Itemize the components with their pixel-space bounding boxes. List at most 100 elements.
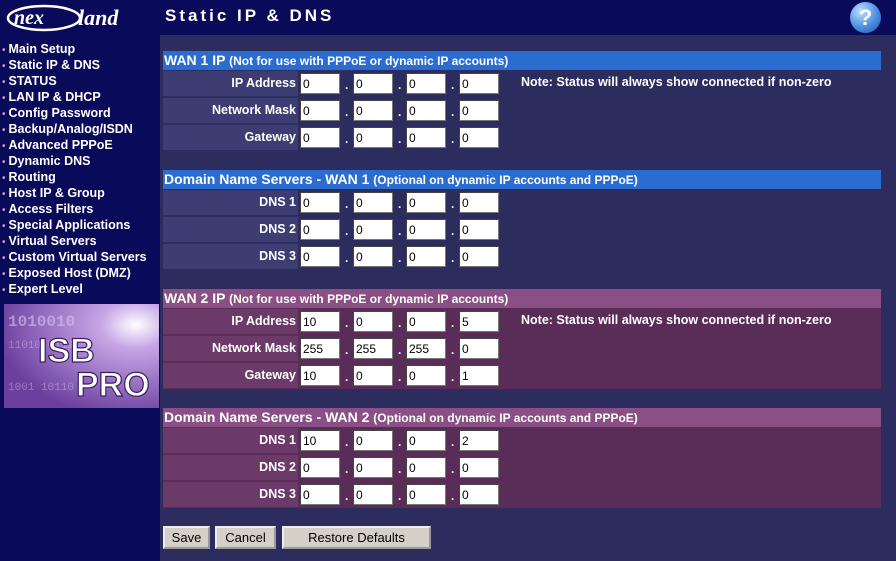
nav-item-label: Config Password (8, 106, 111, 120)
wan2-ip-ip-address-row: IP Address... Note: Status will always sh… (163, 308, 881, 335)
wan1-ip-ip-address-octet-1-input[interactable] (300, 73, 340, 94)
save-button[interactable]: Save (163, 526, 210, 549)
nav-item-label: Custom Virtual Servers (8, 250, 147, 264)
wan1-dns-body: DNS 1...DNS 2...DNS 3... (163, 189, 881, 270)
nav-item-expert-level[interactable]: • Expert Level (0, 281, 160, 297)
wan2-ip-network-mask-octet-1-input[interactable] (300, 338, 340, 359)
wan2-ip-ip-address-octet-1-input[interactable] (300, 311, 340, 332)
octet-separator: . (451, 316, 455, 330)
wan1-dns-dns-3-octet-1-input[interactable] (300, 246, 340, 267)
nav-item-host-ip-group[interactable]: • Host IP & Group (0, 185, 160, 201)
page-title: Static IP & DNS (165, 6, 335, 25)
wan2-ip-gateway-octet-1-input[interactable] (300, 365, 340, 386)
wan1-ip-gateway-octet-3-input[interactable] (406, 127, 446, 148)
nav-item-routing[interactable]: • Routing (0, 169, 160, 185)
nav-item-label: Advanced PPPoE (8, 138, 113, 152)
wan1-ip-gateway-octet-1-input[interactable] (300, 127, 340, 148)
nav-item-custom-virtual-servers[interactable]: • Custom Virtual Servers (0, 249, 160, 265)
nexland-logo: nex land (4, 3, 152, 33)
wan1-ip-ip-address-label: IP Address (163, 71, 298, 96)
wan2-dns-dns-3-octet-1-input[interactable] (300, 484, 340, 505)
wan2-ip-gateway-octet-3-input[interactable] (406, 365, 446, 386)
wan1-dns-dns-2-octet-4-input[interactable] (459, 219, 499, 240)
wan2-dns-dns-3-octet-3-input[interactable] (406, 484, 446, 505)
wan1-dns-dns-2-octet-1-input[interactable] (300, 219, 340, 240)
wan2-ip-network-mask-octet-3-input[interactable] (406, 338, 446, 359)
nav-item-label: STATUS (8, 74, 57, 88)
wan1-dns-dns-1-octet-3-input[interactable] (406, 192, 446, 213)
nav-item-virtual-servers[interactable]: • Virtual Servers (0, 233, 160, 249)
wan2-dns-dns-1-row: DNS 1... (163, 427, 881, 454)
wan1-dns-dns-2-octet-2-input[interactable] (353, 219, 393, 240)
nav-item-config-password[interactable]: • Config Password (0, 105, 160, 121)
wan1-dns-dns-1-octet-1-input[interactable] (300, 192, 340, 213)
wan2-dns-dns-2-octet-1-input[interactable] (300, 457, 340, 478)
wan2-ip-gateway-octet-2-input[interactable] (353, 365, 393, 386)
octet-separator: . (345, 316, 349, 330)
wan1-dns-dns-1-octet-4-input[interactable] (459, 192, 499, 213)
wan2-dns-dns-1-octet-4-input[interactable] (459, 430, 499, 451)
octet-separator: . (398, 435, 402, 449)
isb-pro-badge: 1010010 11010 0111 1001 10110 ISB PRO (4, 304, 159, 408)
nav-item-advanced-pppoe[interactable]: • Advanced PPPoE (0, 137, 160, 153)
wan2-dns-dns-3-octet-2-input[interactable] (353, 484, 393, 505)
wan2-dns-section: Domain Name Servers - WAN 2 (Optional on… (163, 408, 881, 508)
octet-separator: . (345, 370, 349, 384)
wan1-dns-dns-1-octet-2-input[interactable] (353, 192, 393, 213)
nav-item-label: Exposed Host (DMZ) (8, 266, 131, 280)
wan2-dns-dns-2-octet-2-input[interactable] (353, 457, 393, 478)
wan1-dns-dns-3-octet-4-input[interactable] (459, 246, 499, 267)
cancel-button[interactable]: Cancel (215, 526, 276, 549)
nav-item-static-ip-dns[interactable]: • Static IP & DNS (0, 57, 160, 73)
wan2-ip-gateway-octet-4-input[interactable] (459, 365, 499, 386)
wan1-ip-gateway-label: Gateway (163, 125, 298, 150)
nav-item-backup-analog-isdn[interactable]: • Backup/Analog/ISDN (0, 121, 160, 137)
wan1-ip-ip-address-octet-4-input[interactable] (459, 73, 499, 94)
nav-item-main-setup[interactable]: • Main Setup (0, 41, 160, 57)
wan1-dns-dns-2-octet-3-input[interactable] (406, 219, 446, 240)
wan2-ip-subtitle: (Not for use with PPPoE or dynamic IP ac… (229, 292, 509, 306)
wan1-ip-network-mask-octet-3-input[interactable] (406, 100, 446, 121)
wan2-dns-dns-1-octet-3-input[interactable] (406, 430, 446, 451)
restore-defaults-button[interactable]: Restore Defaults (282, 526, 431, 549)
wan2-ip-ip-address-octet-2-input[interactable] (353, 311, 393, 332)
wan2-ip-ip-address-octet-3-input[interactable] (406, 311, 446, 332)
wan1-ip-network-mask-octet-1-input[interactable] (300, 100, 340, 121)
octet-separator: . (345, 435, 349, 449)
wan1-ip-gateway-octet-4-input[interactable] (459, 127, 499, 148)
wan2-dns-body: DNS 1...DNS 2...DNS 3... (163, 427, 881, 508)
wan1-dns-dns-2-label: DNS 2 (163, 217, 298, 242)
wan1-ip-gateway-row: Gateway... (163, 124, 881, 151)
nav-item-label: Host IP & Group (8, 186, 105, 200)
nav-item-special-applications[interactable]: • Special Applications (0, 217, 160, 233)
octet-separator: . (451, 132, 455, 146)
wan2-dns-dns-1-octet-2-input[interactable] (353, 430, 393, 451)
nav-item-access-filters[interactable]: • Access Filters (0, 201, 160, 217)
nav-item-dynamic-dns[interactable]: • Dynamic DNS (0, 153, 160, 169)
nav-item-exposed-host-dmz[interactable]: • Exposed Host (DMZ) (0, 265, 160, 281)
wan1-ip-network-mask-octet-4-input[interactable] (459, 100, 499, 121)
wan2-dns-dns-1-octet-1-input[interactable] (300, 430, 340, 451)
wan1-dns-dns-3-octet-2-input[interactable] (353, 246, 393, 267)
octet-separator: . (345, 251, 349, 265)
octet-separator: . (398, 105, 402, 119)
wan2-dns-dns-2-octet-3-input[interactable] (406, 457, 446, 478)
wan2-ip-network-mask-octet-2-input[interactable] (353, 338, 393, 359)
nav-item-status[interactable]: • STATUS (0, 73, 160, 89)
nav-item-lan-ip-dhcp[interactable]: • LAN IP & DHCP (0, 89, 160, 105)
wan1-ip-ip-address-octet-3-input[interactable] (406, 73, 446, 94)
wan1-ip-ip-address-row: IP Address... Note: Status will always sh… (163, 70, 881, 97)
wan1-ip-ip-address-octet-2-input[interactable] (353, 73, 393, 94)
wan1-ip-gateway-octet-2-input[interactable] (353, 127, 393, 148)
bullet-icon: • (2, 61, 6, 72)
wan1-dns-dns-3-octet-3-input[interactable] (406, 246, 446, 267)
nav-item-label: Backup/Analog/ISDN (8, 122, 133, 136)
bullet-icon: • (2, 253, 6, 264)
bullet-icon: • (2, 93, 6, 104)
wan1-ip-network-mask-octet-2-input[interactable] (353, 100, 393, 121)
help-icon[interactable]: ? (850, 2, 881, 33)
wan2-dns-dns-2-octet-4-input[interactable] (459, 457, 499, 478)
wan2-ip-network-mask-octet-4-input[interactable] (459, 338, 499, 359)
wan2-ip-ip-address-octet-4-input[interactable] (459, 311, 499, 332)
wan2-dns-dns-3-octet-4-input[interactable] (459, 484, 499, 505)
